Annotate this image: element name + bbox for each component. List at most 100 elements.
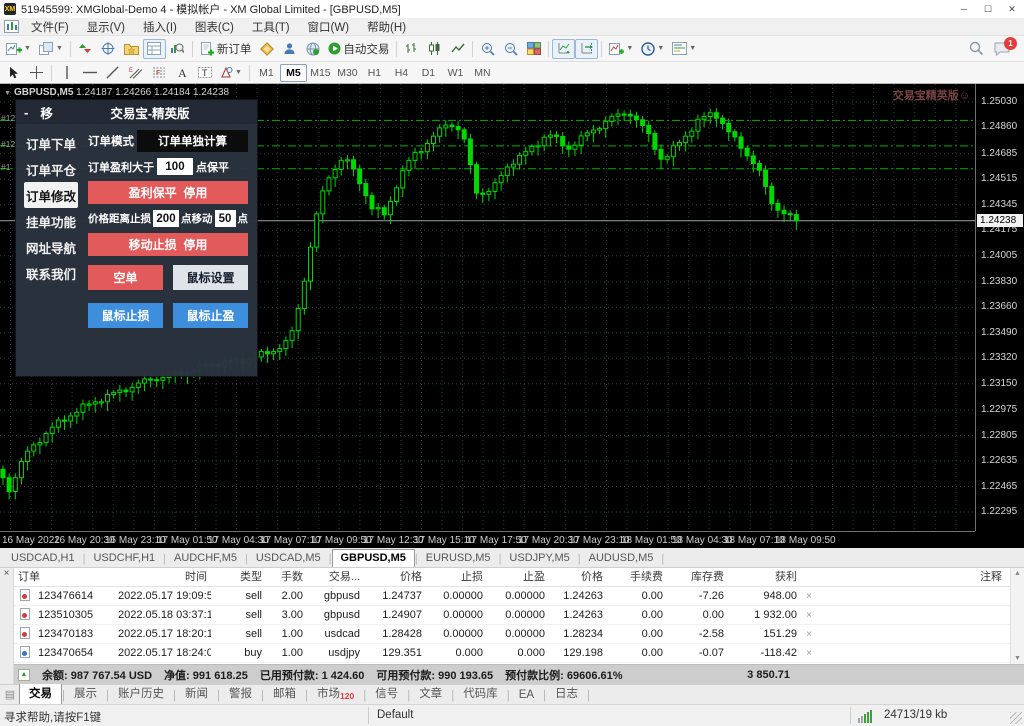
maximize-button[interactable]: ☐: [976, 0, 1000, 18]
panel-nav-url-navigation[interactable]: 网址导航: [16, 234, 86, 260]
candlestick-button[interactable]: [423, 39, 446, 59]
strategy-tester-button[interactable]: [166, 39, 189, 59]
mouse-takeprofit-button[interactable]: 鼠标止盈: [173, 303, 248, 328]
resize-grip[interactable]: [1010, 712, 1022, 724]
column-header-time[interactable]: 时间: [114, 568, 211, 587]
table-row[interactable]: 123470183 2022.05.17 18:20:12 sell 1.00 usdc…: [14, 625, 1024, 644]
chart-tab-USDCHF-H1[interactable]: USDCHF,H1: [85, 550, 163, 567]
bottom-tab-market[interactable]: 市场120: [308, 683, 363, 704]
close-order-button[interactable]: ×: [801, 587, 817, 606]
timeframe-W1[interactable]: W1: [442, 64, 469, 82]
chart-tab-EURUSD-M5[interactable]: EURUSD,M5: [418, 550, 499, 567]
timeframe-MN[interactable]: MN: [469, 64, 496, 82]
indicators-button[interactable]: ▼: [605, 39, 637, 59]
navigator-button[interactable]: [120, 39, 143, 59]
column-header-symbol[interactable]: 交易...: [307, 568, 364, 587]
data-window-button[interactable]: [97, 39, 120, 59]
new-chart-button[interactable]: ▼: [2, 39, 35, 59]
panel-nav-order-place[interactable]: 订单下单: [16, 130, 86, 156]
periods-button[interactable]: ▼: [637, 39, 668, 59]
column-header-current-price[interactable]: 价格: [549, 568, 607, 587]
mouse-stoploss-button[interactable]: 鼠标止损: [88, 303, 163, 328]
scroll-down-icon[interactable]: ▼: [1014, 655, 1021, 662]
bottom-tab-experts[interactable]: EA: [510, 687, 543, 704]
bottom-tab-exposure[interactable]: 展示: [65, 683, 106, 704]
web-button[interactable]: [301, 39, 324, 59]
metaeditor-button[interactable]: [255, 39, 278, 59]
status-profile[interactable]: Default: [377, 709, 413, 721]
panel-minimize-button[interactable]: -: [24, 105, 28, 120]
bottom-tab-news[interactable]: 新闻: [176, 683, 217, 704]
notifications-button[interactable]: 1: [994, 36, 1017, 56]
price-axis[interactable]: 1.25030 1.24860 1.24685 1.24515 1.24345 1.241…: [975, 84, 1024, 531]
panel-nav-order-modify[interactable]: 订单修改: [24, 182, 78, 208]
panel-move-button[interactable]: 移: [40, 103, 53, 122]
menu-item-file[interactable]: 文件(F): [22, 19, 78, 35]
menu-item-charts[interactable]: 图表(C): [186, 19, 243, 35]
menu-item-window[interactable]: 窗口(W): [299, 19, 359, 35]
crosshair-button[interactable]: [25, 63, 48, 83]
column-header-swap[interactable]: 库存费: [667, 568, 728, 587]
panel-nav-order-close[interactable]: 订单平仓: [16, 156, 86, 182]
bottom-tab-trade[interactable]: 交易: [19, 682, 62, 704]
chart-tab-USDCAD-M5[interactable]: USDCAD,M5: [248, 550, 329, 567]
panel-nav-pending-orders[interactable]: 挂单功能: [16, 208, 86, 234]
vertical-line-button[interactable]: [55, 63, 78, 83]
scroll-up-icon[interactable]: ▲: [1014, 570, 1021, 577]
panel-nav-contact-us[interactable]: 联系我们: [16, 260, 86, 286]
column-header-type[interactable]: 类型: [211, 568, 266, 587]
profit-threshold-input[interactable]: [157, 158, 193, 175]
chart-tab-AUDUSD-M5[interactable]: AUDUSD,M5: [581, 550, 662, 567]
profiles-button[interactable]: ▼: [35, 39, 67, 59]
one-click-trading-toggle[interactable]: ▼: [4, 90, 11, 97]
mouse-settings-button[interactable]: 鼠标设置: [173, 265, 248, 290]
label-button[interactable]: T: [193, 63, 216, 83]
bottom-tab-code-base[interactable]: 代码库: [454, 683, 507, 704]
terminal-button[interactable]: [142, 38, 166, 59]
menu-item-insert[interactable]: 插入(I): [134, 19, 186, 35]
table-row[interactable]: 123476614 2022.05.17 19:09:58 sell 2.00 gbpu…: [14, 587, 1024, 606]
timeframe-H4[interactable]: H4: [388, 64, 415, 82]
chart-tab-USDCAD-H1[interactable]: USDCAD,H1: [3, 550, 83, 567]
pointer-button[interactable]: [2, 63, 25, 83]
close-button[interactable]: ✕: [1000, 0, 1024, 18]
bar-chart-button[interactable]: [400, 39, 423, 59]
trailing-distance-input[interactable]: [153, 210, 179, 227]
column-header-sl[interactable]: 止损: [426, 568, 487, 587]
timeframe-M15[interactable]: M15: [307, 64, 334, 82]
timeframe-M5[interactable]: M5: [279, 63, 307, 82]
timeframe-H1[interactable]: H1: [361, 64, 388, 82]
text-button[interactable]: A: [170, 63, 193, 83]
timeframe-M1[interactable]: M1: [253, 64, 280, 82]
channel-button[interactable]: E: [124, 63, 147, 83]
tile-windows-button[interactable]: [522, 39, 545, 59]
search-icon[interactable]: [969, 41, 984, 56]
bottom-tab-mailbox[interactable]: 邮箱: [264, 683, 305, 704]
new-order-button[interactable]: 新订单: [196, 39, 256, 59]
templates-button[interactable]: ▼: [668, 39, 700, 59]
bottom-tab-alerts[interactable]: 警报: [220, 683, 261, 704]
trailing-step-input[interactable]: [214, 210, 236, 227]
zoom-out-button[interactable]: [499, 39, 522, 59]
shapes-button[interactable]: ▼: [216, 63, 246, 83]
order-mode-button[interactable]: 订单单独计算: [137, 130, 248, 152]
chart-tab-GBPUSD-M5[interactable]: GBPUSD,M5: [331, 549, 415, 567]
column-header-comment[interactable]: 注释: [817, 568, 1024, 587]
chart-shift-button[interactable]: [575, 38, 599, 59]
column-header-commission[interactable]: 手续费: [607, 568, 667, 587]
sell-button[interactable]: 空单: [88, 265, 163, 290]
market-watch-button[interactable]: [74, 39, 97, 59]
bottom-tab-journal[interactable]: 日志: [546, 683, 587, 704]
close-order-button[interactable]: ×: [801, 644, 817, 663]
column-header-open-price[interactable]: 价格: [364, 568, 426, 587]
column-header-profit[interactable]: 获利: [728, 568, 801, 587]
bottom-tab-account-history[interactable]: 账户历史: [109, 683, 173, 704]
line-chart-button[interactable]: [446, 39, 469, 59]
column-header-order[interactable]: 订单: [14, 568, 114, 587]
time-axis[interactable]: 16 May 2022 16 May 20:30 16 May 23:10 17 Ma…: [0, 531, 975, 548]
menu-item-help[interactable]: 帮助(H): [358, 19, 415, 35]
table-row[interactable]: 123470654 2022.05.17 18:24:00 buy 1.00 usdjp…: [14, 644, 1024, 663]
minimize-button[interactable]: ─: [952, 0, 976, 18]
autotrading-button[interactable]: 自动交易: [324, 39, 393, 59]
chart-tab-AUDCHF-M5[interactable]: AUDCHF,M5: [166, 550, 245, 567]
